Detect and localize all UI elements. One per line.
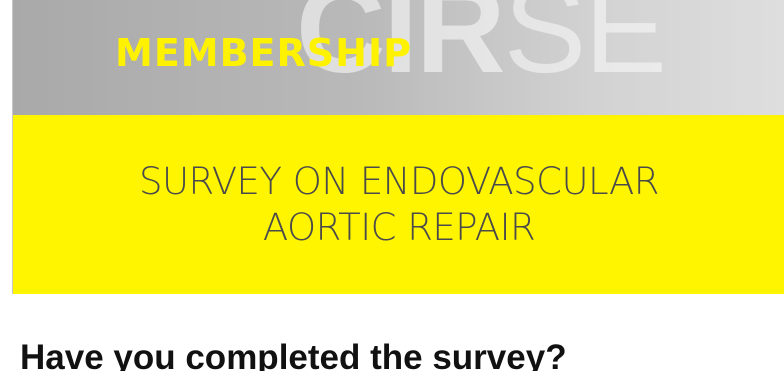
logo-light-part: SE	[503, 0, 667, 99]
banner-header: CIRSE MEMBERSHIP	[13, 0, 784, 115]
hero-banner: CIRSE MEMBERSHIP SURVEY ON ENDOVASCULAR …	[12, 0, 784, 294]
section-label: MEMBERSHIP	[115, 31, 412, 75]
question-heading: Have you completed the survey?	[20, 338, 567, 371]
banner-title-area: SURVEY ON ENDOVASCULAR AORTIC REPAIR	[13, 115, 784, 294]
email-page: CIRSE MEMBERSHIP SURVEY ON ENDOVASCULAR …	[0, 0, 784, 371]
survey-title: SURVEY ON ENDOVASCULAR AORTIC REPAIR	[13, 159, 784, 251]
survey-title-line-1: SURVEY ON ENDOVASCULAR	[138, 160, 660, 203]
survey-title-line-2: AORTIC REPAIR	[262, 206, 536, 249]
